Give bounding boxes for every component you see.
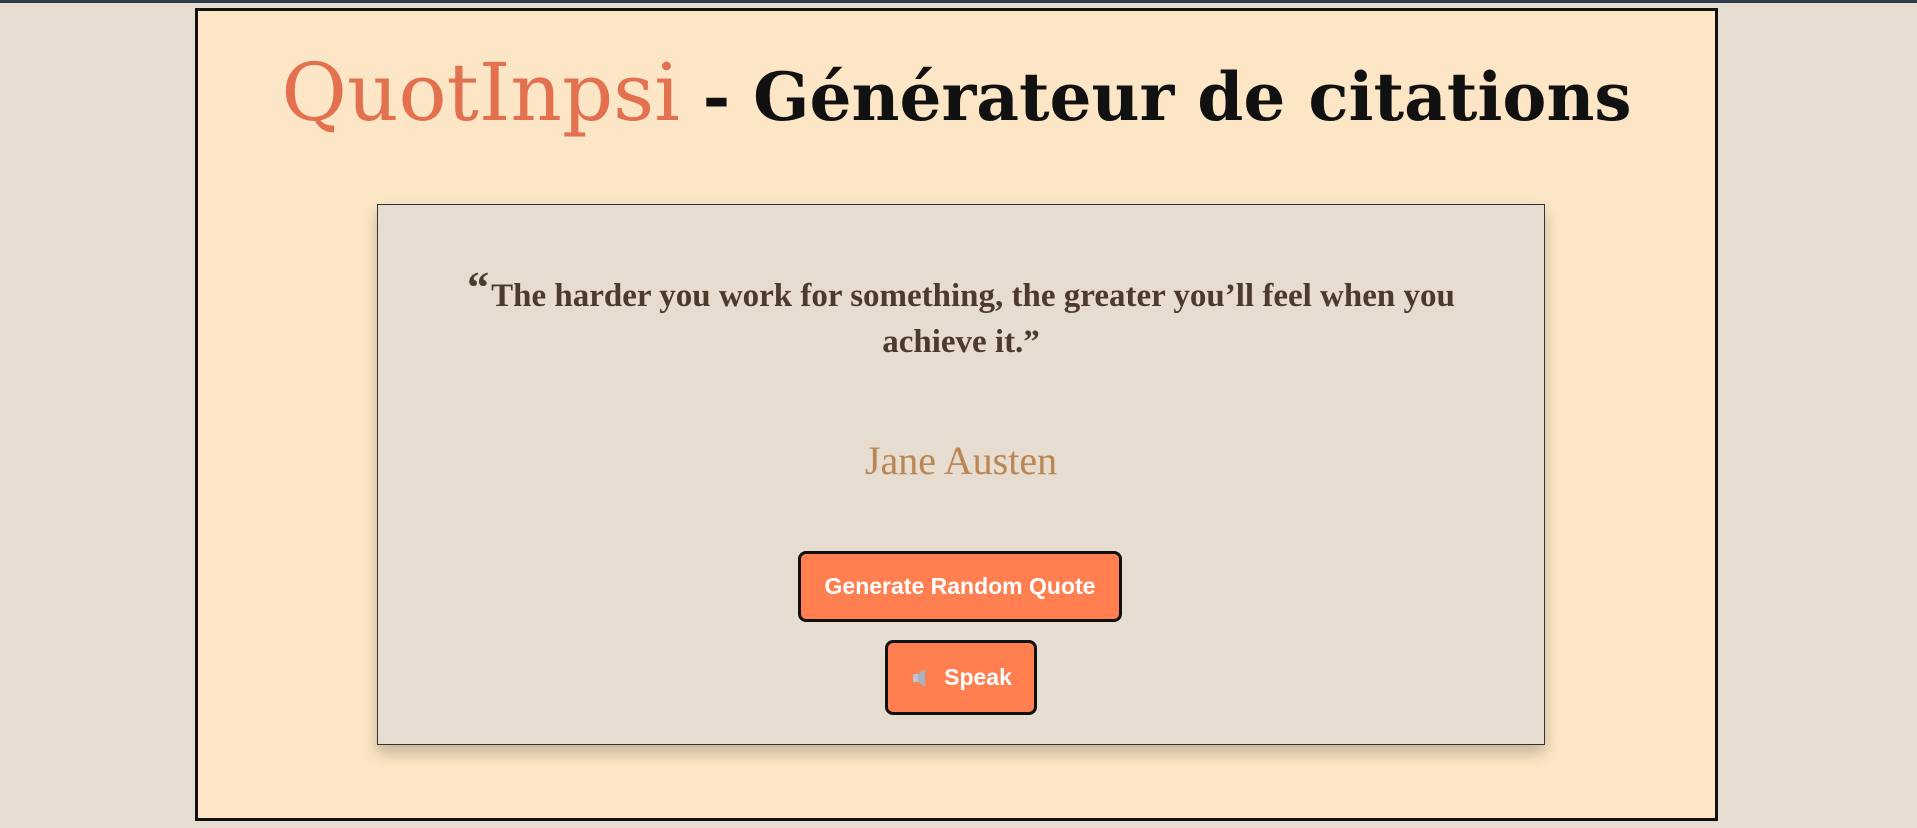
top-strip [0,0,1917,3]
generate-quote-button[interactable]: Generate Random Quote [798,551,1122,622]
page-subtitle: - Générateur de citations [702,58,1632,136]
quote-card: “The harder you work for something, the … [377,204,1545,745]
generate-quote-label: Generate Random Quote [824,573,1096,599]
speak-button[interactable]: Speak [885,640,1037,715]
open-quote-mark: “ [467,263,490,312]
quote-author: Jane Austen [864,438,1058,483]
speak-label: Speak [944,664,1012,690]
quote-text: The harder you work for something, the g… [491,278,1455,360]
quote-text-block: “The harder you work for something, the … [438,265,1484,365]
brand-name: QuotInpsi [281,46,680,139]
app-frame: QuotInpsi - Générateur de citations “The… [195,8,1718,821]
page-title: QuotInpsi - Générateur de citations [198,53,1715,133]
speaker-icon [910,667,932,689]
